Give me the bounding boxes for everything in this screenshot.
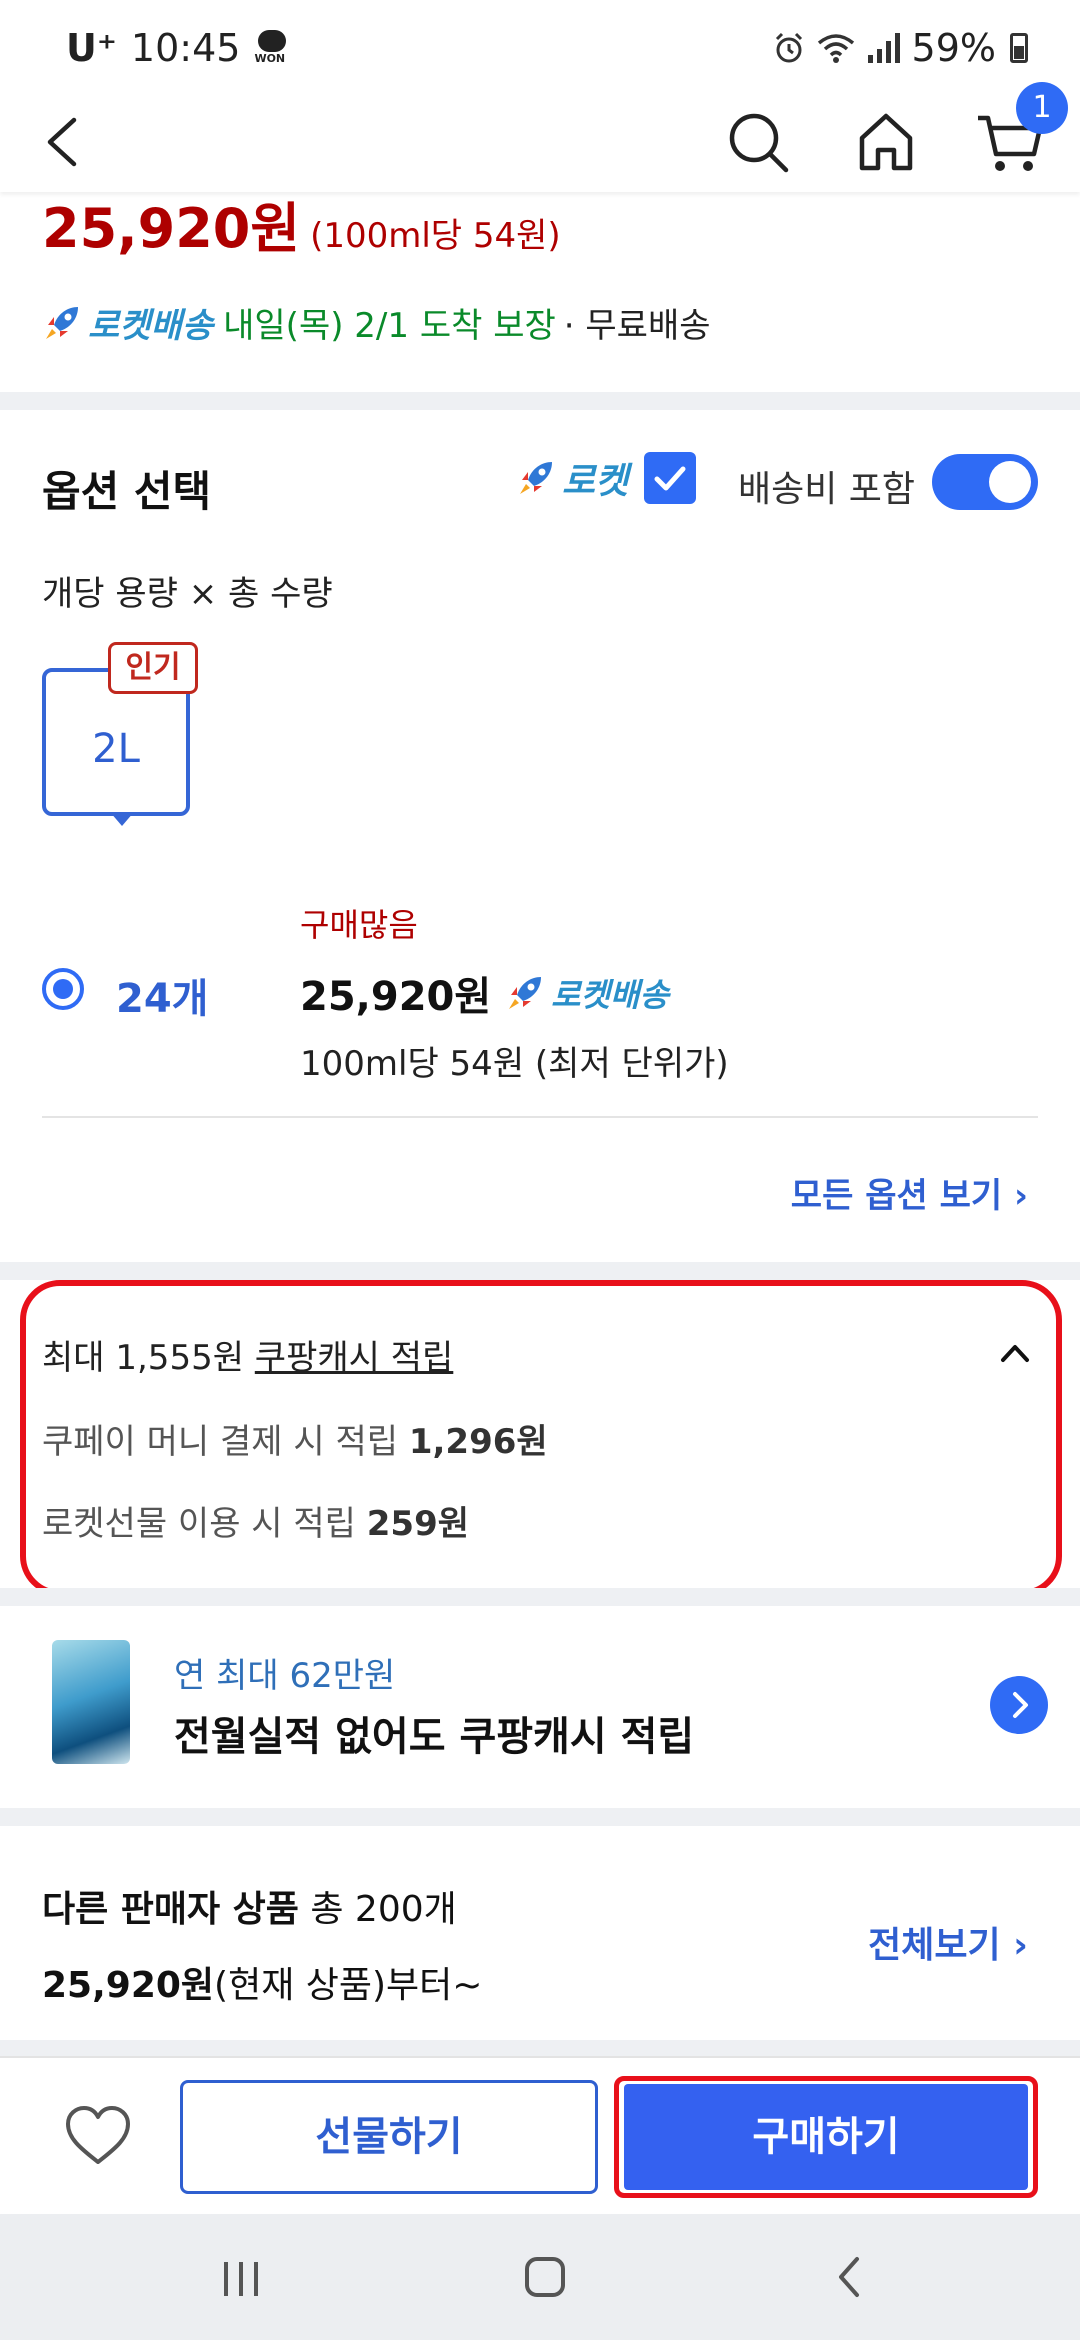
promo-subtitle: 연 최대 62만원 <box>174 1656 396 1696</box>
won-icon: WON <box>254 30 290 66</box>
top-nav <box>0 96 1080 192</box>
promo-title: 전월실적 없어도 쿠팡캐시 적립 <box>174 1714 695 1760</box>
system-nav-bar <box>0 2214 1080 2340</box>
back-icon[interactable] <box>26 104 102 180</box>
rocket-gift-cash-line: 로켓선물 이용 시 적립 259원 <box>42 1496 469 1545</box>
shipping-toggle[interactable] <box>932 454 1038 510</box>
option-rocket-delivery: 로켓배송 <box>505 970 669 1016</box>
wifi-icon <box>817 34 854 63</box>
option-rocket-label: 로켓배송 <box>551 976 669 1014</box>
option-divider <box>42 1116 1038 1118</box>
shipping-toggle-label: 배송비 포함 <box>738 469 916 510</box>
battery-icon <box>1010 33 1028 63</box>
home-button-icon[interactable] <box>520 2252 570 2302</box>
selection-pointer <box>110 812 134 826</box>
rocket-gift-cash-amount: 259원 <box>366 1504 470 1544</box>
other-sellers-title: 다른 판매자 상품 총 200개 <box>42 1880 457 1932</box>
other-sellers-price-note: (현재 상품)부터~ <box>214 1965 483 2006</box>
option-price: 25,920원 <box>300 974 492 1020</box>
gift-button[interactable]: 선물하기 <box>180 2080 598 2194</box>
section-divider <box>0 1262 1080 1280</box>
quantity-label[interactable]: 24개 <box>116 966 208 1024</box>
other-sellers-price: 25,920원(현재 상품)부터~ <box>42 1956 482 2008</box>
product-price: 25,920원 <box>42 197 301 260</box>
cash-max-prefix: 최대 1,555원 <box>42 1338 255 1378</box>
option-title: 옵션 선택 <box>42 467 212 516</box>
option-subtitle: 개당 용량 × 총 수량 <box>42 574 333 614</box>
bottom-action-bar: 선물하기 구매하기 <box>0 2056 1080 2214</box>
credit-card-image <box>52 1640 130 1764</box>
rocket-gift-cash-text: 로켓선물 이용 시 적립 <box>42 1504 367 1544</box>
rocket-filter-label: 로켓 <box>562 461 629 502</box>
section-divider <box>0 1588 1080 1606</box>
rocket-checkbox[interactable] <box>644 452 697 504</box>
back-button-icon[interactable] <box>826 2252 876 2302</box>
section-divider <box>0 392 1080 410</box>
heart-icon[interactable] <box>60 2098 136 2174</box>
popular-tag: 인기 <box>108 642 198 694</box>
rocket-filter[interactable]: 로켓 <box>516 452 697 504</box>
check-icon <box>654 466 686 491</box>
coupay-cash-amount: 1,296원 <box>408 1422 548 1462</box>
best-seller-badge: 구매많음 <box>300 906 418 944</box>
option-unit-price: 100ml당 54원 (최저 단위가) <box>300 1044 729 1084</box>
product-unit-price: (100ml당 54원) <box>310 216 561 256</box>
won-label: WON <box>254 52 286 65</box>
rocket-icon <box>46 306 78 339</box>
battery-percent: 59% <box>911 26 996 70</box>
rocket-icon <box>509 977 542 1009</box>
coupay-cash-text: 쿠페이 머니 결제 시 적립 <box>42 1422 409 1462</box>
section-divider <box>0 1808 1080 1826</box>
quantity-radio[interactable] <box>42 968 84 1010</box>
cash-max-line: 최대 1,555원 쿠팡캐시 적립 <box>42 1330 453 1379</box>
alarm-icon <box>775 32 802 63</box>
chevron-right-icon[interactable] <box>990 1676 1048 1734</box>
view-all-sellers-link[interactable]: 전체보기 › <box>868 1916 1028 1968</box>
delivery-date: 내일(목) 2/1 도착 보장 <box>223 306 556 346</box>
buy-button[interactable]: 구매하기 <box>624 2084 1028 2190</box>
coupang-cash-link[interactable]: 쿠팡캐시 적립 <box>255 1338 454 1378</box>
rocket-icon <box>520 462 552 494</box>
clock: 10:45 <box>130 26 241 70</box>
coupay-cash-line: 쿠페이 머니 결제 시 적립 1,296원 <box>42 1414 548 1463</box>
home-icon[interactable] <box>848 104 924 180</box>
carrier-label: U⁺ <box>66 26 117 70</box>
all-options-link[interactable]: 모든 옵션 보기 › <box>791 1168 1028 1217</box>
price-block: 25,920원 (100ml당 54원) <box>42 184 561 263</box>
chevron-up-icon[interactable] <box>998 1336 1032 1370</box>
option-price-row: 25,920원 로켓배송 <box>300 964 669 1022</box>
cart-badge: 1 <box>1016 82 1068 134</box>
search-icon[interactable] <box>720 104 796 180</box>
free-shipping-label: · 무료배송 <box>563 306 711 346</box>
rocket-delivery-label: 로켓배송 <box>88 306 214 346</box>
status-bar: U⁺ 10:45 WON 59% <box>0 0 1080 96</box>
signal-icon <box>867 33 900 63</box>
size-label: 2L <box>92 726 140 772</box>
other-sellers-count: 총 200개 <box>298 1889 457 1930</box>
other-sellers-price-value: 25,920원 <box>42 1965 215 2006</box>
delivery-line: 로켓배송 내일(목) 2/1 도착 보장 · 무료배송 <box>42 298 711 347</box>
card-promo-banner[interactable]: 연 최대 62만원 전월실적 없어도 쿠팡캐시 적립 <box>0 1606 1080 1808</box>
recent-apps-icon[interactable] <box>216 2254 266 2304</box>
other-sellers-label: 다른 판매자 상품 <box>42 1889 299 1930</box>
